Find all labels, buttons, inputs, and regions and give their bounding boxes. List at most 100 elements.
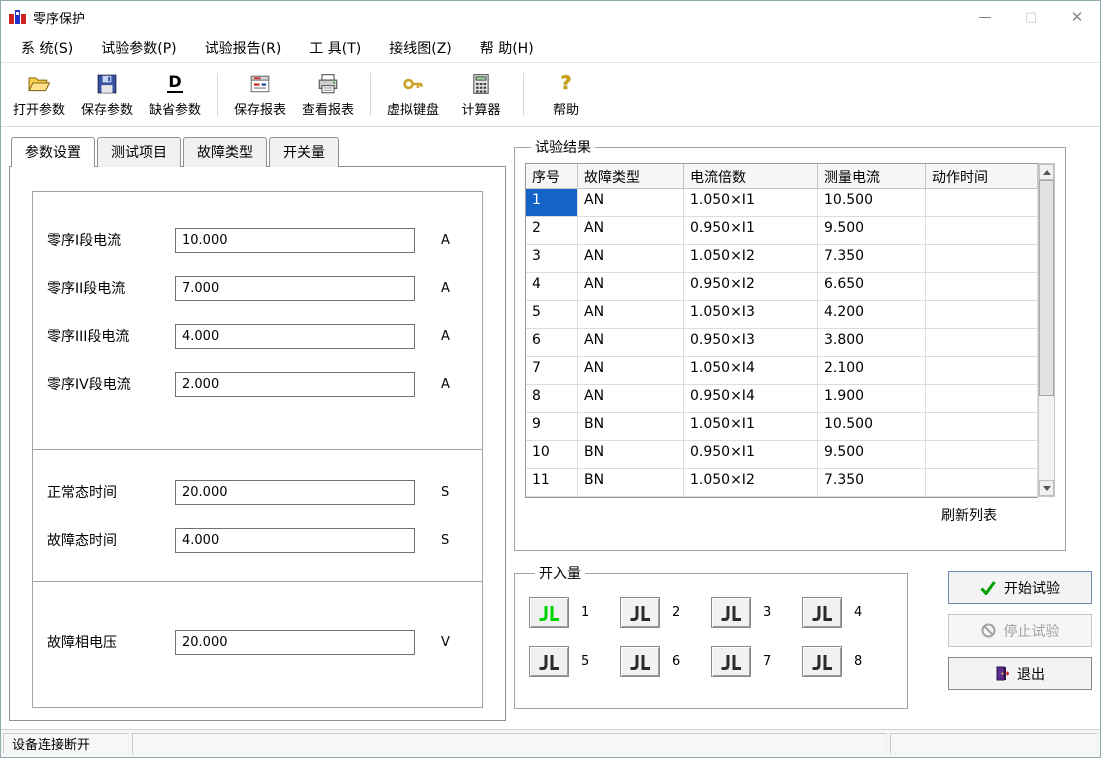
tab-test-items[interactable]: 测试项目 (97, 137, 181, 167)
menu-item-system[interactable]: 系 统(S) (7, 34, 87, 62)
switch-input-button[interactable] (711, 646, 751, 677)
scroll-down-icon (1043, 486, 1051, 491)
menu-item-test-parameters[interactable]: 试验参数(P) (87, 34, 190, 62)
header-cell[interactable]: 故障类型 (578, 164, 684, 189)
table-row[interactable]: 10 BN 0.950×I1 9.500 (526, 441, 1038, 469)
table-row[interactable]: 8 AN 0.950×I4 1.900 (526, 385, 1038, 413)
cell-measured-current: 6.650 (818, 273, 926, 301)
tab-param-settings[interactable]: 参数设置 (11, 137, 95, 167)
table-row[interactable]: 4 AN 0.950×I2 6.650 (526, 273, 1038, 301)
param-unit: S (441, 485, 449, 500)
exit-button[interactable]: 退出 (948, 657, 1092, 690)
refresh-list-link[interactable]: 刷新列表 (525, 498, 1055, 525)
table-row[interactable]: 11 BN 1.050×I2 7.350 (526, 469, 1038, 497)
param-input[interactable] (175, 630, 415, 655)
toolbar-button-save-report[interactable]: 保存报表 (226, 65, 294, 124)
cell-fault-type: AN (578, 217, 684, 245)
param-label: 零序I段电流 (47, 230, 175, 250)
table-row[interactable]: 2 AN 0.950×I1 9.500 (526, 217, 1038, 245)
parameter-panel: 参数设置 测试项目 故障类型 开关量 零序I段电流 A (9, 137, 506, 721)
switch-input-button[interactable] (620, 646, 660, 677)
exit-door-icon (995, 666, 1009, 681)
cell-fault-type: AN (578, 245, 684, 273)
tab-fault-types[interactable]: 故障类型 (183, 137, 267, 167)
header-cell[interactable]: 电流倍数 (684, 164, 818, 189)
tab-switch-values[interactable]: 开关量 (269, 137, 339, 167)
param-input[interactable] (175, 480, 415, 505)
minimize-button[interactable]: — (962, 1, 1008, 33)
menu-item-tools[interactable]: 工 具(T) (295, 34, 375, 62)
toolbar-separator (217, 73, 218, 116)
param-row: 零序I段电流 A (33, 216, 482, 264)
cell-current-multiple: 0.950×I4 (684, 385, 818, 413)
start-test-button[interactable]: 开始试验 (948, 571, 1092, 604)
switch-input-button[interactable] (802, 597, 842, 628)
table-row[interactable]: 6 AN 0.950×I3 3.800 (526, 329, 1038, 357)
param-unit: A (441, 377, 450, 392)
toolbar-button-default-params[interactable]: D 缺省参数 (141, 65, 209, 124)
switch-input-button[interactable] (711, 597, 751, 628)
start-test-label: 开始试验 (1004, 578, 1060, 598)
scroll-track[interactable] (1039, 180, 1054, 480)
menu-item-help[interactable]: 帮 助(H) (466, 34, 548, 62)
header-cell[interactable]: 动作时间 (926, 164, 1038, 189)
switch-contact-icon (629, 654, 651, 670)
table-row[interactable]: 9 BN 1.050×I1 10.500 (526, 413, 1038, 441)
switch-input-item: 7 (711, 646, 802, 677)
switch-inputs-grid: 1 2 (529, 589, 893, 687)
switch-contact-icon (720, 605, 742, 621)
vertical-scrollbar[interactable] (1038, 163, 1055, 497)
switch-input-button[interactable] (802, 646, 842, 677)
results-groupbox: 试验结果 序号故障类型电流倍数测量电流动作时间 1 AN (514, 137, 1066, 551)
maximize-button[interactable]: □ (1008, 1, 1054, 33)
param-input[interactable] (175, 228, 415, 253)
switch-number-label: 2 (672, 605, 680, 620)
menu-item-test-report[interactable]: 试验报告(R) (191, 34, 296, 62)
stop-circle-icon (981, 623, 996, 638)
cell-action-time (926, 413, 1038, 441)
switch-input-item: 1 (529, 597, 620, 628)
switch-contact-icon (538, 605, 560, 621)
toolbar-button-virtual-keyboard[interactable]: 虚拟键盘 (379, 65, 447, 124)
close-button[interactable]: ✕ (1054, 1, 1100, 33)
param-row: 零序IV段电流 A (33, 360, 482, 408)
results-table: 序号故障类型电流倍数测量电流动作时间 1 AN 1.050×I1 10.500 (525, 163, 1055, 498)
param-input[interactable] (175, 528, 415, 553)
header-cell[interactable]: 测量电流 (818, 164, 926, 189)
switch-input-button[interactable] (529, 646, 569, 677)
scroll-down-button[interactable] (1039, 480, 1054, 496)
param-input[interactable] (175, 372, 415, 397)
cell-measured-current: 10.500 (818, 189, 926, 217)
switch-input-button[interactable] (620, 597, 660, 628)
cell-fault-type: BN (578, 441, 684, 469)
table-row[interactable]: 3 AN 1.050×I2 7.350 (526, 245, 1038, 273)
param-unit: S (441, 533, 449, 548)
param-label: 零序IV段电流 (47, 374, 175, 394)
cell-index: 11 (526, 469, 578, 497)
cell-index: 5 (526, 301, 578, 329)
cell-current-multiple: 0.950×I1 (684, 217, 818, 245)
stop-test-button[interactable]: 停止试验 (948, 614, 1092, 647)
table-row[interactable]: 7 AN 1.050×I4 2.100 (526, 357, 1038, 385)
table-body: 1 AN 1.050×I1 10.500 2 AN (526, 189, 1038, 497)
table-row[interactable]: 1 AN 1.050×I1 10.500 (526, 189, 1038, 217)
cell-action-time (926, 329, 1038, 357)
green-check-icon (980, 581, 996, 595)
param-input[interactable] (175, 324, 415, 349)
toolbar-button-help[interactable]: ? 帮助 (532, 65, 600, 124)
scroll-thumb[interactable] (1039, 180, 1054, 396)
menu-item-wiring-diagram[interactable]: 接线图(Z) (375, 34, 466, 62)
cell-index: 2 (526, 217, 578, 245)
scroll-up-button[interactable] (1039, 164, 1054, 180)
header-cell[interactable]: 序号 (526, 164, 578, 189)
toolbar-button-view-report[interactable]: 查看报表 (294, 65, 362, 124)
minimize-icon: — (979, 10, 992, 25)
switch-number-label: 7 (763, 654, 771, 669)
toolbar-button-save-params[interactable]: 保存参数 (73, 65, 141, 124)
table-row[interactable]: 5 AN 1.050×I3 4.200 (526, 301, 1038, 329)
toolbar-button-open-params[interactable]: 打开参数 (5, 65, 73, 124)
param-input[interactable] (175, 276, 415, 301)
cell-measured-current: 2.100 (818, 357, 926, 385)
toolbar-button-calculator[interactable]: 计算器 (447, 65, 515, 124)
switch-input-button[interactable] (529, 597, 569, 628)
